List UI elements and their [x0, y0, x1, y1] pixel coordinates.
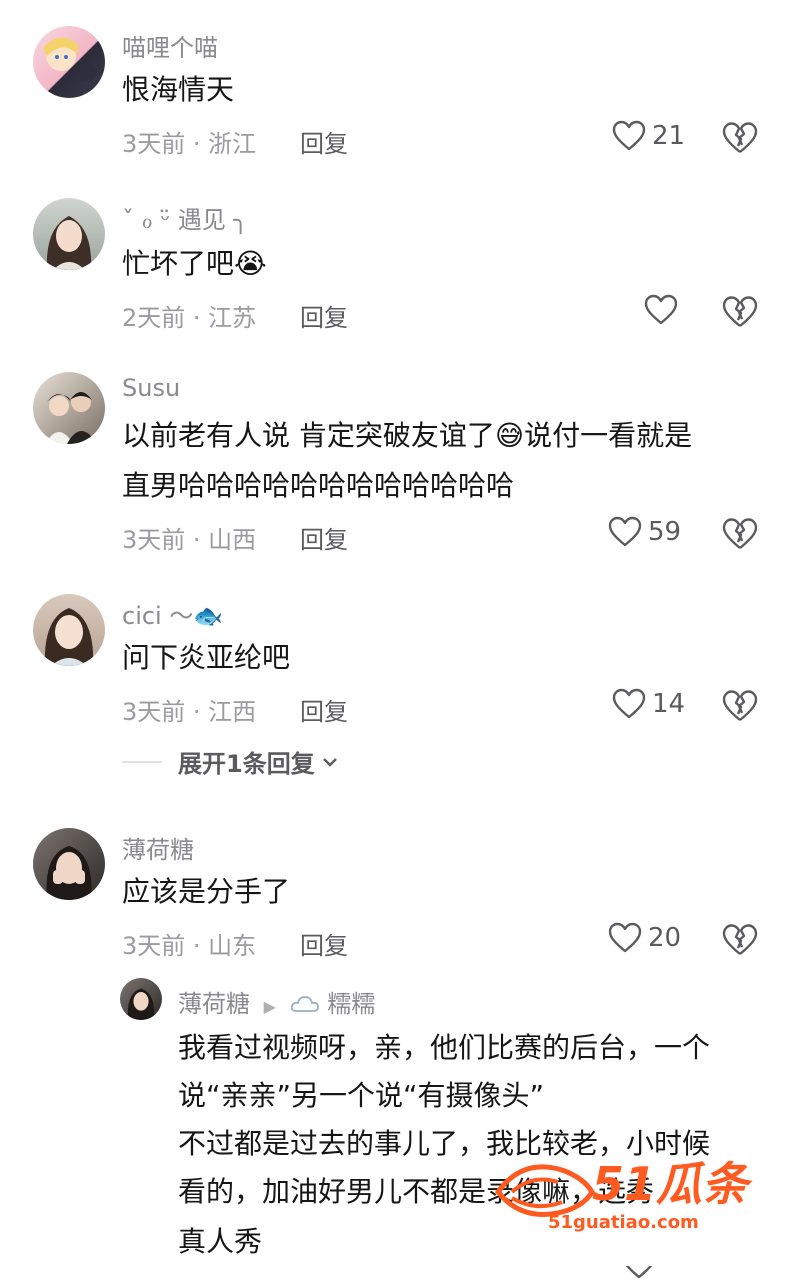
reply-text-line: 我看过视频呀，亲，他们比赛的后台，一个	[178, 1031, 711, 1064]
watermark-url: 51guatiao.com	[548, 1212, 699, 1233]
reply-button[interactable]: 回复	[300, 692, 348, 727]
chevron-down-icon	[322, 757, 337, 767]
like-count: 59	[648, 517, 682, 547]
reply-button[interactable]: 回复	[300, 124, 348, 159]
user-avatar[interactable]	[33, 26, 105, 98]
like-count: 21	[652, 121, 686, 151]
comment-text: 问下炎亚纶吧	[122, 641, 291, 674]
reply-button[interactable]: 回复	[300, 298, 348, 333]
comment-text: 应该是分手了	[122, 875, 291, 908]
watermark-brand: 51瓜条	[592, 1157, 749, 1211]
comment-text-line2: 直男哈哈哈哈哈哈哈哈哈哈哈哈	[122, 469, 515, 502]
heart-icon[interactable]	[622, 1266, 656, 1280]
comment-text: 忙坏了吧😭	[122, 247, 267, 280]
like-count: 20	[648, 923, 682, 953]
username[interactable]: 薄荷糖	[122, 830, 194, 865]
reply-arrow-icon: ▶	[263, 997, 276, 1016]
heart-icon	[608, 516, 642, 547]
user-avatar[interactable]	[33, 198, 105, 270]
broken-heart-icon[interactable]	[722, 121, 758, 155]
like-button[interactable]: 14	[612, 688, 685, 720]
reply-to-user[interactable]: 糯糯	[327, 990, 375, 1018]
broken-heart-icon[interactable]	[722, 923, 758, 957]
heart-icon	[644, 294, 678, 325]
like-button[interactable]: 59	[608, 516, 681, 548]
heart-icon	[612, 688, 646, 719]
sweat-smile-emoji: 😅	[494, 419, 525, 452]
user-avatar[interactable]	[33, 828, 105, 900]
username[interactable]: cici ～🐟	[122, 596, 223, 631]
divider-line	[122, 760, 162, 763]
comment-time-location: 3天前 · 山西	[122, 526, 257, 554]
reply-text-line: 真人秀	[178, 1225, 263, 1258]
crying-emoji: 😭	[234, 247, 267, 280]
reply-button[interactable]: 回复	[300, 520, 348, 555]
like-button[interactable]: 21	[612, 120, 685, 152]
reply-header: 薄荷糖 ▶ 糯糯	[178, 984, 375, 1019]
heart-icon	[612, 120, 646, 151]
fish-emoji: 🐟	[193, 602, 224, 630]
comment-text: 恨海情天	[122, 73, 235, 106]
user-avatar[interactable]	[33, 372, 105, 444]
comment-time-location: 2天前 · 江苏	[122, 304, 257, 332]
username[interactable]: 薄荷糖	[178, 990, 250, 1018]
reply-text-line: 说“亲亲”另一个说“有摄像头”	[178, 1079, 545, 1112]
username[interactable]: ˇ ℴ ᵕ̈ 遇见 ╮	[122, 200, 248, 235]
expand-replies-label: 展开1条回复	[178, 750, 315, 778]
comment-time-location: 3天前 · 江西	[122, 698, 257, 726]
like-count: 14	[652, 689, 686, 719]
username[interactable]: 喵哩个喵	[122, 28, 218, 63]
comment-time-location: 3天前 · 山东	[122, 932, 257, 960]
like-button[interactable]: 20	[608, 922, 681, 954]
cloud-icon	[290, 996, 319, 1012]
expand-replies-button[interactable]: 展开1条回复	[122, 744, 341, 779]
site-watermark: 51瓜条 51guatiao.com	[492, 1148, 762, 1238]
user-avatar[interactable]	[120, 978, 162, 1020]
comment-text: 以前老有人说 肯定突破友谊了😅说付一看就是	[122, 419, 693, 452]
reply-button[interactable]: 回复	[300, 926, 348, 961]
broken-heart-icon[interactable]	[722, 689, 758, 723]
heart-icon	[608, 922, 642, 953]
like-button[interactable]	[644, 294, 684, 326]
username[interactable]: Susu	[122, 374, 180, 402]
broken-heart-icon[interactable]	[722, 517, 758, 551]
comment-time-location: 3天前 · 浙江	[122, 130, 257, 158]
broken-heart-icon[interactable]	[722, 295, 758, 329]
user-avatar[interactable]	[33, 594, 105, 666]
